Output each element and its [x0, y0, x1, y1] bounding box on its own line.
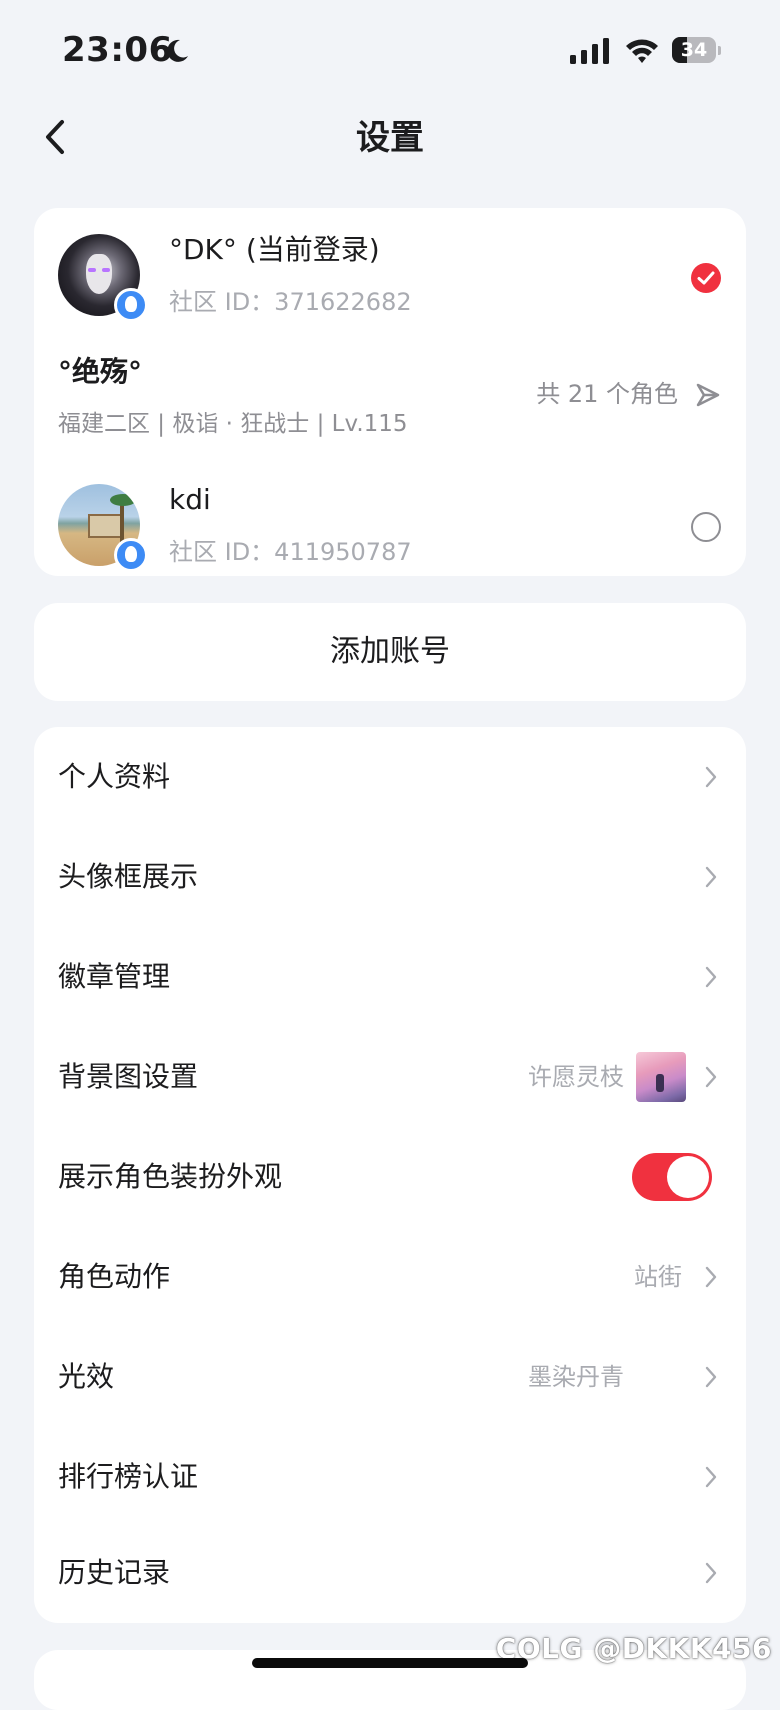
menu-item-label: 头像框展示	[58, 860, 199, 893]
wifi-icon	[626, 39, 658, 63]
menu-item-avatar-frame[interactable]: 头像框展示	[34, 827, 746, 927]
account-name-current[interactable]: °DK° (当前登录)	[169, 232, 380, 268]
add-account-label: 添加账号	[330, 634, 450, 669]
add-account-button[interactable]: 添加账号	[34, 603, 746, 701]
home-indicator[interactable]	[252, 1658, 528, 1668]
menu-item-label: 角色动作	[58, 1260, 171, 1293]
menu-item-background[interactable]: 背景图设置 许愿灵枝	[34, 1027, 746, 1127]
menu-item-label: 光效	[58, 1360, 115, 1393]
switch-role-icon[interactable]	[694, 381, 722, 409]
menu-item-role-action[interactable]: 角色动作 站街	[34, 1227, 746, 1327]
menu-item-value: 站街	[634, 1263, 682, 1291]
menu-item-label: 展示角色装扮外观	[58, 1160, 283, 1193]
radio-unselected-icon[interactable]	[691, 512, 721, 542]
qq-icon	[114, 288, 148, 322]
menu-item-label: 背景图设置	[58, 1060, 199, 1093]
moon-icon	[167, 39, 188, 62]
signal-icon	[570, 38, 609, 64]
role-detail: 福建二区 | 极诣 · 狂战士 | Lv.115	[58, 411, 408, 437]
chevron-right-icon	[705, 1066, 717, 1088]
menu-item-value: 墨染丹青	[528, 1363, 624, 1391]
qq-icon	[114, 538, 148, 572]
chevron-right-icon	[705, 1562, 717, 1584]
check-icon[interactable]	[691, 263, 721, 293]
menu-item-light-effect[interactable]: 光效 墨染丹青	[34, 1327, 746, 1427]
role-count-button[interactable]: 共 21 个角色	[536, 378, 678, 410]
show-outfit-toggle[interactable]	[632, 1153, 712, 1201]
settings-menu: 个人资料 头像框展示 徽章管理 背景图设置 许愿灵枝 展示角色装扮外观 角色动作…	[34, 727, 746, 1623]
menu-item-label: 历史记录	[58, 1556, 171, 1589]
menu-item-label: 排行榜认证	[58, 1460, 199, 1493]
menu-item-label: 徽章管理	[58, 960, 171, 993]
toggle-knob	[667, 1156, 709, 1198]
menu-item-profile[interactable]: 个人资料	[34, 727, 746, 827]
battery-icon: 34	[672, 37, 722, 65]
menu-item-badges[interactable]: 徽章管理	[34, 927, 746, 1027]
watermark: COLG @DKKK456	[495, 1632, 772, 1665]
background-thumbnail	[636, 1052, 686, 1102]
menu-item-leaderboard[interactable]: 排行榜认证	[34, 1427, 746, 1527]
chevron-right-icon	[705, 766, 717, 788]
chevron-right-icon	[705, 866, 717, 888]
battery-level: 34	[680, 39, 708, 61]
account-id-other: 社区 ID：411950787	[169, 538, 412, 566]
chevron-right-icon	[705, 966, 717, 988]
menu-item-show-outfit: 展示角色装扮外观	[34, 1127, 746, 1227]
role-name: °绝殇°	[58, 355, 143, 388]
chevron-right-icon	[705, 1466, 717, 1488]
menu-item-value: 许愿灵枝	[528, 1063, 624, 1091]
account-name-other[interactable]: kdi	[169, 482, 211, 518]
account-id-current: 社区 ID：371622682	[169, 288, 412, 316]
chevron-right-icon	[705, 1266, 717, 1288]
menu-item-label: 个人资料	[58, 760, 171, 793]
page-title: 设置	[356, 118, 424, 158]
status-time: 23:06	[62, 30, 173, 70]
chevron-right-icon	[705, 1366, 717, 1388]
status-bar: 23:06 34	[0, 0, 780, 100]
account-card: °DK° (当前登录) 社区 ID：371622682 °绝殇° 福建二区 | …	[34, 208, 746, 576]
menu-item-history[interactable]: 历史记录	[34, 1523, 746, 1623]
